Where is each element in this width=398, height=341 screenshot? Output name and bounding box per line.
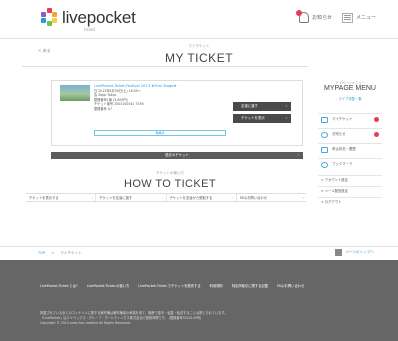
chevron-right-icon: › [162, 196, 164, 200]
chevron-right-icon: › [302, 196, 304, 200]
howto-tab-label: FAQ/お問い合わせ [239, 196, 268, 200]
footer-links: LivePocket-Ticket-とは? LivePocket-Ticket-… [40, 283, 304, 288]
side-item-bookmark[interactable]: ブックマーク [318, 158, 382, 170]
notice-button[interactable]: お知らせ [296, 10, 332, 23]
history-icon [321, 147, 328, 153]
logo-subtext: ticket [84, 27, 96, 32]
side-item-label: お知らせ [332, 132, 346, 136]
chevron-right-icon: › [285, 116, 287, 120]
show-ticket-label: チケットを表示 [241, 116, 265, 120]
side-item-notice[interactable]: お知らせ [318, 128, 382, 140]
event-thumbnail[interactable] [60, 85, 90, 101]
footer-link-legal[interactable]: 特定商取引に関する記載 [232, 283, 268, 288]
side-menu-sub2[interactable]: ライブ手配・集 [318, 96, 382, 101]
side-item-label: 申込状況・履歴 [332, 147, 356, 151]
howto-sub: チケットの使い方 [156, 171, 184, 175]
footer-text-line: Copyright © 2014 avex live creative All … [40, 321, 131, 325]
header-divider [0, 38, 398, 39]
speech-bubble-icon [321, 132, 328, 138]
notification-badge [374, 132, 379, 137]
chevron-right-icon: › [232, 196, 234, 200]
howto-tab-label: チケットを表示する [29, 196, 59, 200]
footer-copyright: 掲載されている全てのコンテンツに関する著作権は著作権者の承諾を得て、無断で複写・… [40, 311, 227, 326]
page-top-label: ページのトップへ [345, 250, 374, 254]
ticket-status: 発券済 [94, 130, 226, 136]
logo-text: livepocket [62, 7, 136, 27]
send-to-friend-button[interactable]: 友達に渡す › [233, 102, 291, 111]
page-title: MY TICKET [164, 51, 234, 65]
breadcrumb-current: マイチケット [60, 251, 82, 255]
show-ticket-button[interactable]: チケットを表示 › [233, 114, 291, 123]
ticket-icon [321, 117, 328, 123]
past-tickets-button[interactable]: 過去のチケット › [51, 152, 303, 159]
chevron-right-icon: › [285, 104, 287, 108]
arrow-up-icon [335, 249, 343, 256]
side-item-label: ブックマーク [332, 162, 353, 166]
star-icon [321, 162, 328, 168]
breadcrumb: TOP > マイチケット [38, 251, 82, 256]
menu-button[interactable]: メニュー [341, 12, 376, 23]
howto-tab-faq[interactable]: FAQ/お問い合わせ › [237, 194, 306, 201]
footer-link-howto[interactable]: LivePocket-Ticket-の使い方 [87, 283, 130, 288]
howto-tab-send[interactable]: チケットを友達に渡す › [96, 194, 167, 201]
page-top-link[interactable]: ページのトップへ [335, 249, 374, 256]
side-item-label: マイチケット [332, 117, 353, 121]
side-link-account[interactable]: > アカウント設定 [318, 175, 382, 185]
side-menu-title: MYPAGE MENU [324, 85, 376, 92]
side-item-my-ticket[interactable]: マイチケット [318, 113, 382, 125]
breadcrumb-top[interactable]: TOP [38, 251, 45, 256]
howto-tab-receive[interactable]: チケットを友達から受取する › [167, 194, 237, 201]
howto-tab-label: チケットを友達に渡す [99, 196, 133, 200]
howto-tabs: チケットを表示する › チケットを友達に渡す › チケットを友達から受取する › FA… [26, 193, 306, 202]
menu-label: メニュー [355, 15, 376, 21]
footer-link-sell[interactable]: LivePocket-Ticket-でチケットを販売する [138, 283, 200, 288]
chevron-right-icon: › [91, 196, 94, 200]
howto-title: HOW TO TICKET [124, 178, 216, 190]
ticket-seat: 整理番号 A7 [94, 106, 112, 111]
side-item-history[interactable]: 申込状況・履歴 [318, 143, 382, 155]
site-logo[interactable]: livepocket [40, 8, 136, 26]
site-header: livepocket ticket お知らせ メニュー [0, 0, 398, 38]
chevron-right-icon: › [297, 153, 299, 157]
site-footer: LivePocket-Ticket-とは? LivePocket-Ticket-… [0, 260, 398, 341]
footer-link-about[interactable]: LivePocket-Ticket-とは? [40, 283, 78, 288]
howto-tab-show[interactable]: チケットを表示する › [26, 194, 97, 201]
past-tickets-label: 過去のチケット [165, 153, 189, 157]
breadcrumb-divider [0, 246, 398, 247]
footer-link-terms[interactable]: 利用規約 [210, 283, 223, 288]
footer-link-faq[interactable]: FAQ/お問い合わせ [277, 283, 304, 288]
howto-tab-label: チケットを友達から受取する [169, 196, 213, 200]
send-to-friend-label: 友達に渡す [241, 104, 258, 108]
side-link-mail[interactable]: > メール配信設定 [318, 186, 382, 196]
hamburger-icon [341, 12, 353, 23]
notice-label: お知らせ [312, 15, 332, 21]
notification-badge [374, 117, 379, 122]
bell-icon [296, 10, 310, 23]
page-title-sub: マイチケット [188, 44, 210, 48]
ticket-card: LivePocket-Ticket-Festival 2013 ★First S… [51, 80, 303, 146]
logo-mark-icon [40, 8, 58, 26]
breadcrumb-separator: > [51, 251, 55, 255]
side-link-logout[interactable]: > ログアウト [318, 197, 382, 207]
notification-badge [296, 10, 303, 16]
title-divider [22, 66, 308, 67]
